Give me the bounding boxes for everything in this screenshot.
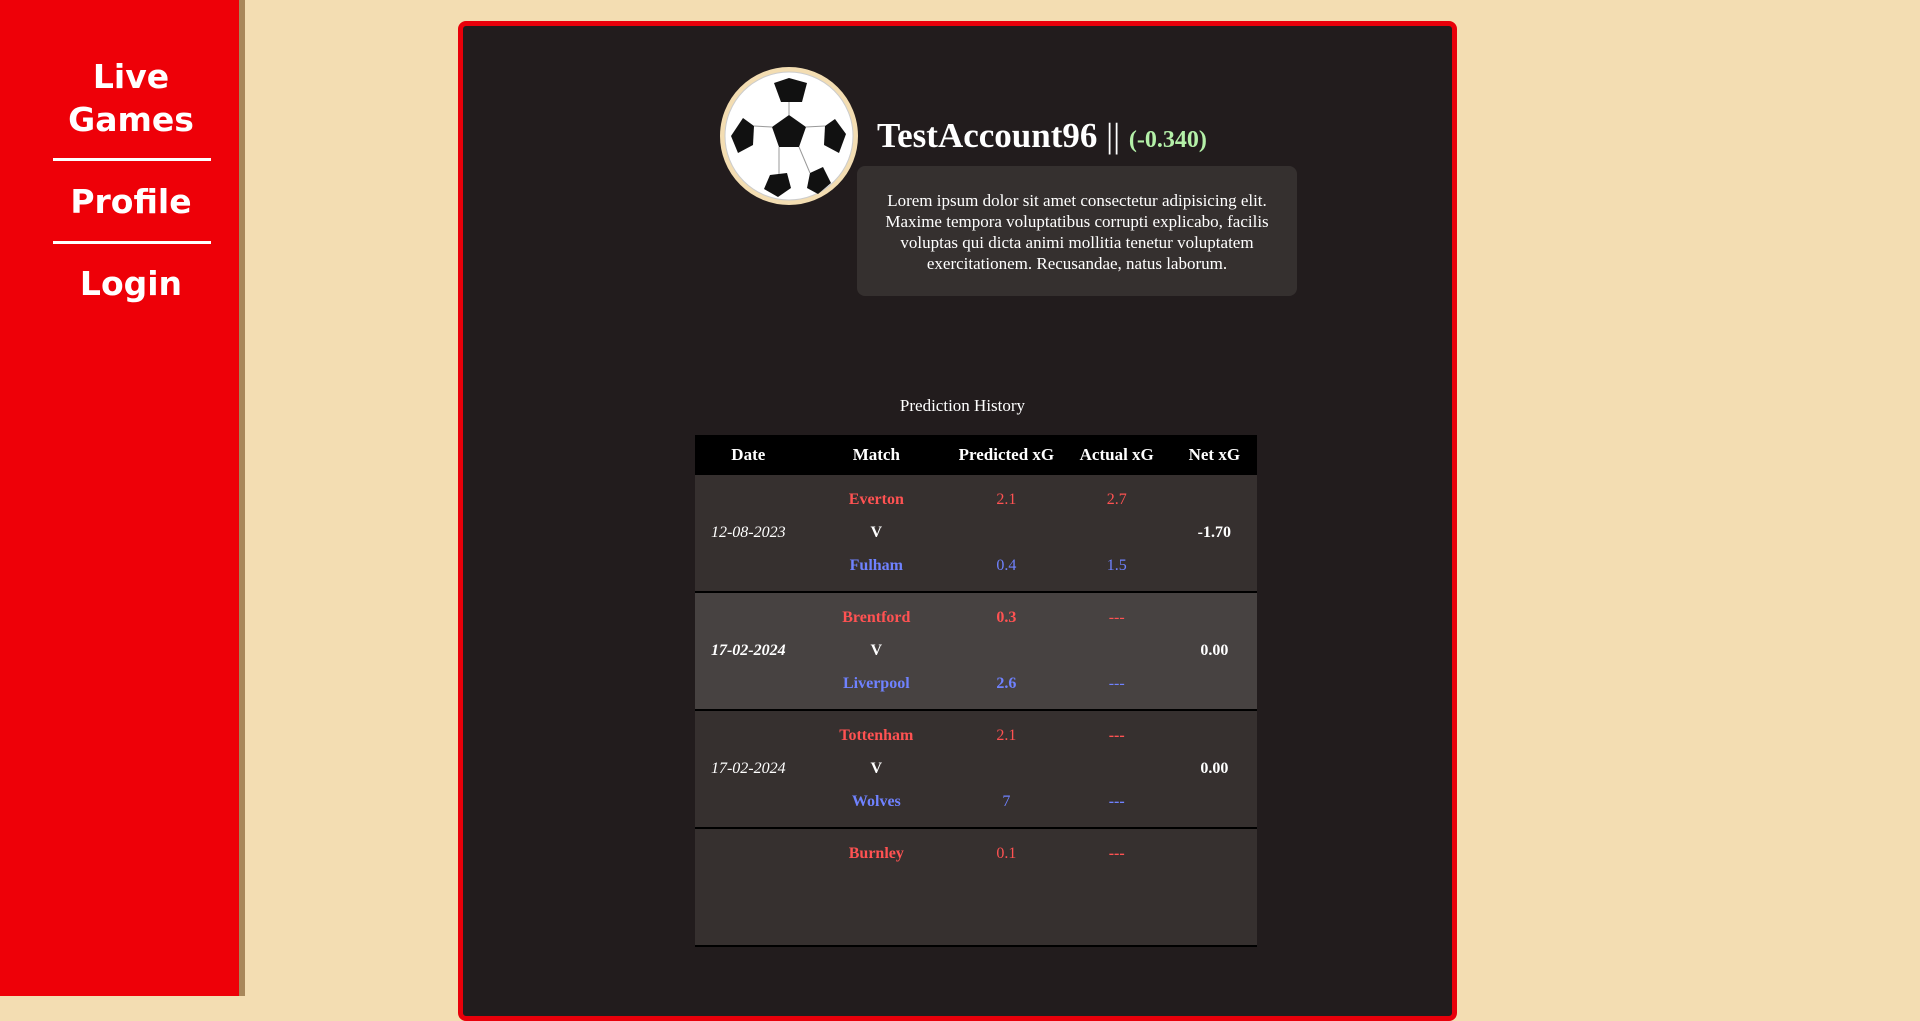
header-match: Match	[801, 435, 952, 475]
nav-divider	[53, 241, 211, 244]
predicted-away: 2.6	[996, 675, 1017, 692]
actual-cell: 2.7 1.5	[1061, 475, 1172, 593]
header-date: Date	[695, 435, 802, 475]
away-team: Wolves	[851, 793, 901, 810]
separator: ||	[1106, 116, 1121, 155]
net-xg: 0.00	[1171, 710, 1257, 829]
actual-away: ---	[1108, 793, 1125, 810]
sidebar: Live Games Profile Login	[0, 0, 245, 996]
net-xg: -1.70	[1171, 475, 1257, 593]
predicted-away: 7	[1002, 793, 1011, 810]
actual-away: ---	[1108, 675, 1125, 692]
actual-cell: --- ---	[1061, 710, 1172, 829]
predicted-home: 2.1	[996, 491, 1017, 508]
match-date	[695, 828, 802, 947]
actual-away: 1.5	[1106, 557, 1127, 574]
actual-home: ---	[1108, 727, 1125, 744]
match-cell: Brentford V Liverpool	[801, 592, 952, 711]
away-team: Fulham	[849, 557, 903, 574]
actual-home: ---	[1108, 609, 1125, 626]
predicted-cell: 2.1 7	[951, 710, 1062, 829]
home-team: Tottenham	[839, 727, 914, 744]
profile-bio: Lorem ipsum dolor sit amet consectetur a…	[857, 166, 1297, 296]
user-score: (-0.340)	[1128, 127, 1207, 153]
vs-label: V	[870, 760, 883, 777]
table-row: 17-02-2024 Tottenham V Wolves 2.1 7 --- …	[695, 710, 1257, 829]
vs-label: V	[870, 642, 883, 659]
away-team: Liverpool	[842, 675, 910, 692]
predicted-home: 0.1	[996, 845, 1017, 862]
actual-cell: ---	[1061, 828, 1172, 947]
net-xg	[1171, 828, 1257, 947]
match-cell: Tottenham V Wolves	[801, 710, 952, 829]
username: TestAccount96	[877, 116, 1098, 155]
predicted-home: 2.1	[996, 727, 1017, 744]
predicted-cell: 0.1	[951, 828, 1062, 947]
match-date: 17-02-2024	[695, 710, 802, 829]
actual-cell: --- ---	[1061, 592, 1172, 711]
history-title: Prediction History	[899, 396, 1026, 415]
nav-profile[interactable]: Profile	[0, 180, 262, 223]
home-team: Everton	[848, 491, 904, 508]
header-actual-xg: Actual xG	[1061, 435, 1172, 475]
match-date: 17-02-2024	[695, 592, 802, 711]
actual-home: ---	[1108, 845, 1125, 862]
profile-header: TestAccount96 || (-0.340)	[877, 116, 1207, 156]
match-cell: Everton V Fulham	[801, 475, 952, 593]
predicted-away: 0.4	[996, 557, 1017, 574]
header-net-xg: Net xG	[1171, 435, 1257, 475]
net-xg: 0.00	[1171, 592, 1257, 711]
table-row: 12-08-2023 Everton V Fulham 2.1 0.4 2.7 …	[695, 475, 1257, 593]
home-team: Brentford	[842, 609, 911, 626]
table-row: 17-02-2024 Brentford V Liverpool 0.3 2.6	[695, 592, 1257, 711]
soccer-ball-icon	[720, 67, 858, 205]
nav-login[interactable]: Login	[0, 262, 262, 305]
predicted-cell: 2.1 0.4	[951, 475, 1062, 593]
profile-panel: TestAccount96 || (-0.340) Lorem ipsum do…	[458, 21, 1457, 1021]
prediction-history-table: Date Match Predicted xG Actual xG Net xG…	[695, 435, 1257, 947]
home-team: Burnley	[848, 845, 904, 862]
nav-live-games[interactable]: Live Games	[0, 55, 262, 141]
actual-home: 2.7	[1106, 491, 1127, 508]
header-predicted-xg: Predicted xG	[951, 435, 1062, 475]
table-row: Burnley 0.1 ---	[695, 828, 1257, 947]
predicted-cell: 0.3 2.6	[951, 592, 1062, 711]
table-header-row: Date Match Predicted xG Actual xG Net xG	[695, 435, 1257, 475]
nav-divider	[53, 158, 211, 161]
vs-label: V	[870, 524, 883, 541]
match-cell: Burnley	[801, 828, 952, 947]
match-date: 12-08-2023	[695, 475, 802, 593]
predicted-home: 0.3	[996, 609, 1017, 626]
